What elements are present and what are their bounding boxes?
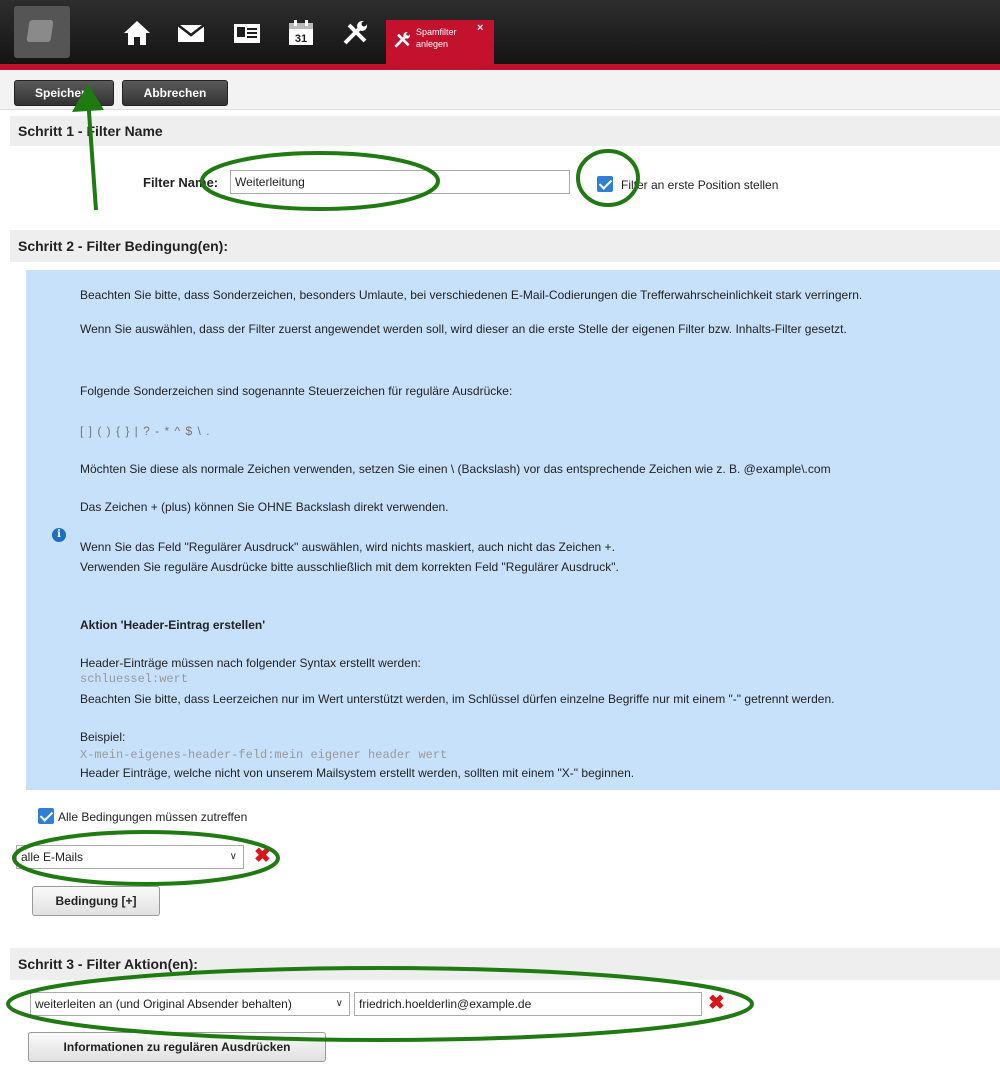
top-navigation-bar: 31 Spamfilter anlegen × bbox=[0, 0, 1000, 64]
regex-info-box bbox=[26, 270, 1000, 790]
tab-label-line1: Spamfilter bbox=[416, 27, 457, 37]
info-text: Header Einträge, welche nicht von unsere… bbox=[80, 766, 635, 780]
info-icon: i bbox=[52, 528, 66, 542]
delete-action-icon[interactable]: ✖ bbox=[708, 993, 725, 1013]
tools-icon[interactable] bbox=[340, 18, 370, 48]
filter-name-label: Filter Name: bbox=[143, 175, 219, 190]
action-select-value: weiterleiten an (und Original Absender b… bbox=[35, 997, 292, 1011]
info-code: X-mein-eigenes-header-feld:mein eigener … bbox=[80, 748, 448, 762]
chevron-down-icon: ∨ bbox=[335, 998, 343, 1009]
first-position-checkbox[interactable] bbox=[597, 176, 613, 192]
tab-label: Spamfilter anlegen bbox=[416, 26, 486, 50]
all-conditions-checkbox[interactable] bbox=[38, 808, 54, 824]
info-text: Wenn Sie auswählen, dass der Filter zuer… bbox=[80, 322, 847, 336]
info-heading: Aktion 'Header-Eintrag erstellen' bbox=[80, 618, 266, 632]
app-logo[interactable] bbox=[14, 6, 70, 58]
condition-select[interactable]: alle E-Mails ∨ bbox=[16, 845, 244, 869]
home-icon[interactable] bbox=[122, 18, 152, 48]
info-text: Möchten Sie diese als normale Zeichen ve… bbox=[80, 462, 831, 476]
add-condition-button[interactable]: Bedingung [+] bbox=[32, 886, 160, 916]
info-text: Beispiel: bbox=[80, 730, 126, 744]
tab-spamfilter-anlegen[interactable]: Spamfilter anlegen × bbox=[386, 20, 494, 64]
contacts-icon[interactable] bbox=[232, 18, 262, 48]
tab-label-line2: anlegen bbox=[416, 39, 449, 49]
info-text: Wenn Sie das Feld "Regulärer Ausdruck" a… bbox=[80, 540, 615, 554]
close-icon[interactable]: × bbox=[477, 22, 483, 34]
info-code: schluessel:wert bbox=[80, 672, 189, 686]
info-text: Folgende Sonderzeichen sind sogenannte S… bbox=[80, 384, 513, 398]
filter-name-input[interactable] bbox=[230, 170, 570, 194]
delete-condition-icon[interactable]: ✖ bbox=[254, 846, 271, 866]
tools-icon bbox=[392, 30, 412, 50]
action-toolbar: Speichern Abbrechen bbox=[0, 70, 1000, 110]
annotation-arrow-shaft bbox=[86, 97, 98, 211]
save-button[interactable]: Speichern bbox=[14, 80, 114, 106]
info-text: Beachten Sie bitte, dass Sonderzeichen, … bbox=[80, 288, 863, 302]
action-select[interactable]: weiterleiten an (und Original Absender b… bbox=[30, 992, 350, 1016]
condition-select-value: alle E-Mails bbox=[21, 850, 84, 864]
first-position-label: Filter an erste Position stellen bbox=[621, 178, 779, 192]
info-text: Header-Einträge müssen nach folgender Sy… bbox=[80, 656, 421, 670]
step2-header: Schritt 2 - Filter Bedingung(en): bbox=[10, 230, 1000, 262]
info-text: Das Zeichen + (plus) können Sie OHNE Bac… bbox=[80, 500, 449, 514]
forward-address-input[interactable] bbox=[354, 992, 702, 1016]
all-conditions-label: Alle Bedingungen müssen zutreffen bbox=[58, 810, 248, 824]
mail-icon[interactable] bbox=[176, 18, 206, 48]
info-text: Beachten Sie bitte, dass Leerzeichen nur… bbox=[80, 692, 835, 706]
svg-text:31: 31 bbox=[295, 33, 307, 45]
regex-info-button[interactable]: Informationen zu regulären Ausdrücken bbox=[28, 1032, 326, 1062]
chevron-down-icon: ∨ bbox=[229, 851, 237, 862]
info-text: Verwenden Sie reguläre Ausdrücke bitte a… bbox=[80, 560, 619, 574]
step3-header: Schritt 3 - Filter Aktion(en): bbox=[10, 948, 1000, 980]
info-special-chars: [ ] ( ) { } | ? - * ^ $ \ . bbox=[80, 424, 211, 438]
calendar-icon[interactable]: 31 bbox=[286, 18, 316, 48]
step1-header: Schritt 1 - Filter Name bbox=[10, 116, 1000, 146]
cancel-button[interactable]: Abbrechen bbox=[122, 80, 228, 106]
